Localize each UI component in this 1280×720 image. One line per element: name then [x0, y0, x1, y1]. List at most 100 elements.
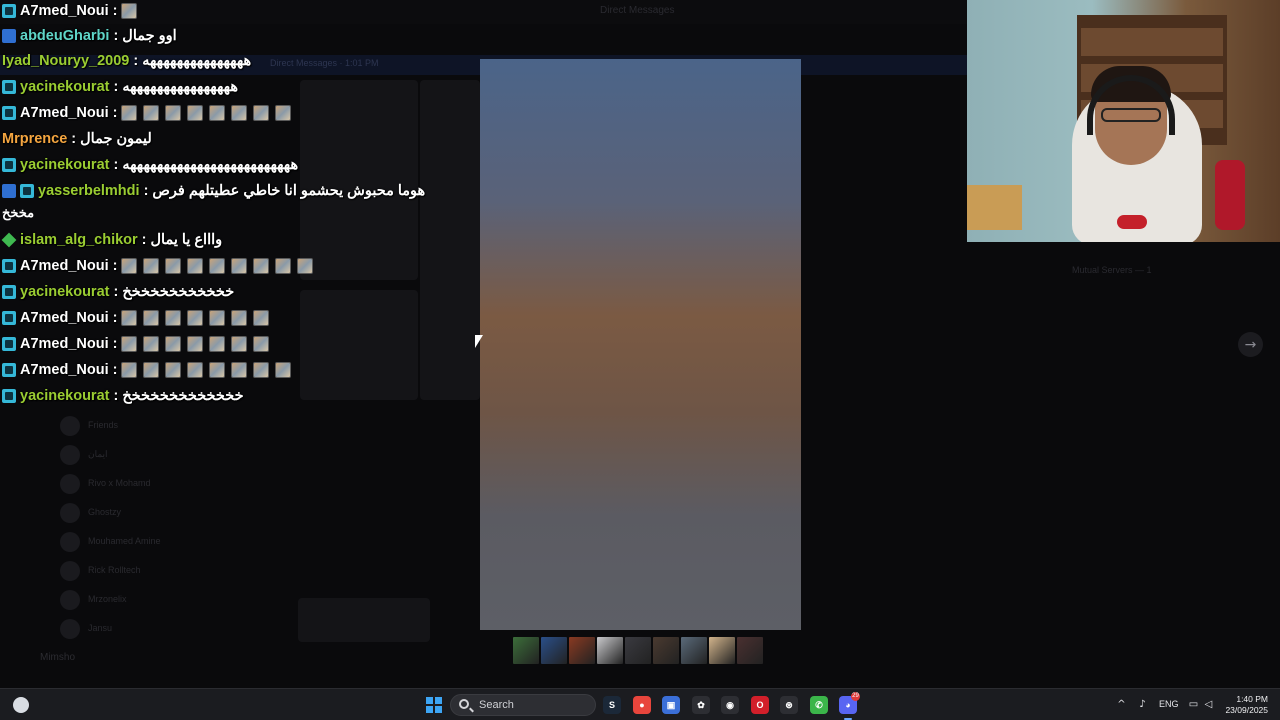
image-thumbnail[interactable]	[513, 637, 539, 664]
volume-icon[interactable]: ◁	[1203, 699, 1214, 710]
image-thumbnail[interactable]	[597, 637, 623, 664]
friend-name[interactable]: Friends	[88, 420, 118, 430]
chat-username[interactable]: yasserbelmhdi	[38, 183, 140, 199]
image-thumbnail[interactable]	[737, 637, 763, 664]
friend-name[interactable]: Mrzonelix	[88, 594, 127, 604]
chat-username[interactable]: A7med_Noui	[20, 362, 109, 378]
network-icon[interactable]: ▭	[1188, 699, 1199, 710]
chat-username[interactable]: A7med_Noui	[20, 3, 109, 19]
emote-icon[interactable]	[275, 258, 292, 274]
emote-icon[interactable]	[209, 362, 226, 378]
image-thumbnail[interactable]	[681, 637, 707, 664]
friend-avatar[interactable]	[60, 590, 80, 610]
chat-username[interactable]: A7med_Noui	[20, 310, 109, 326]
emote-icon[interactable]	[209, 105, 226, 121]
chat-username[interactable]: Mrprence	[2, 131, 67, 147]
media-tile[interactable]	[420, 80, 480, 400]
emote-icon[interactable]	[165, 258, 182, 274]
whatsapp-icon[interactable]: ✆	[810, 696, 828, 714]
show-hidden-icons[interactable]: ^	[1116, 699, 1127, 710]
emote-icon[interactable]	[253, 310, 270, 326]
opera-icon[interactable]: O	[751, 696, 769, 714]
emote-icon[interactable]	[187, 258, 204, 274]
emote-icon[interactable]	[253, 258, 270, 274]
emote-icon[interactable]	[231, 105, 248, 121]
emote-icon[interactable]	[187, 362, 204, 378]
emote-icon[interactable]	[143, 310, 160, 326]
chat-username[interactable]: yacinekourat	[20, 284, 109, 300]
chat-username[interactable]: A7med_Noui	[20, 105, 109, 121]
friend-avatar[interactable]	[60, 532, 80, 552]
friend-name[interactable]: Rivo x Mohamd	[88, 478, 151, 488]
emote-icon[interactable]	[209, 336, 226, 352]
emote-icon[interactable]	[231, 336, 248, 352]
emote-icon[interactable]	[121, 105, 138, 121]
emote-icon[interactable]	[121, 3, 138, 19]
chrome-icon[interactable]: ●	[633, 696, 651, 714]
widgets-icon[interactable]	[13, 697, 29, 713]
image-thumbnail[interactable]	[541, 637, 567, 664]
emote-icon[interactable]	[121, 336, 138, 352]
chat-username[interactable]: abdeuGharbi	[20, 28, 109, 44]
chatgpt-icon[interactable]: ✿	[692, 696, 710, 714]
chat-username[interactable]: A7med_Noui	[20, 336, 109, 352]
friend-avatar[interactable]	[60, 416, 80, 436]
emote-icon[interactable]	[143, 336, 160, 352]
emote-icon[interactable]	[165, 362, 182, 378]
friend-avatar[interactable]	[60, 561, 80, 581]
image-thumbnail[interactable]	[569, 637, 595, 664]
emote-icon[interactable]	[165, 310, 182, 326]
capture-icon[interactable]: ▣	[662, 696, 680, 714]
mutual-servers[interactable]: Mutual Servers — 1	[1072, 265, 1152, 275]
chat-username[interactable]: yacinekourat	[20, 79, 109, 95]
language-indicator[interactable]: ENG	[1159, 699, 1179, 709]
start-button[interactable]	[426, 697, 442, 713]
emote-icon[interactable]	[121, 310, 138, 326]
emote-icon[interactable]	[187, 336, 204, 352]
next-image-button[interactable]: →	[1238, 332, 1263, 357]
chat-username[interactable]: A7med_Noui	[20, 258, 109, 274]
chat-username[interactable]: yacinekourat	[20, 157, 109, 173]
image-thumbnail[interactable]	[625, 637, 651, 664]
emote-icon[interactable]	[297, 258, 314, 274]
emote-icon[interactable]	[253, 362, 270, 378]
image-preview[interactable]	[480, 59, 801, 630]
chat-username[interactable]: Iyad_Nouryy_2009	[2, 53, 129, 69]
emote-icon[interactable]	[231, 310, 248, 326]
emote-icon[interactable]	[143, 362, 160, 378]
emote-icon[interactable]	[275, 105, 292, 121]
emote-icon[interactable]	[275, 362, 292, 378]
friend-avatar[interactable]	[60, 445, 80, 465]
media-tile[interactable]	[298, 598, 430, 642]
emote-icon[interactable]	[143, 258, 160, 274]
friend-avatar[interactable]	[60, 619, 80, 639]
steam-icon[interactable]: S	[603, 696, 621, 714]
emote-icon[interactable]	[165, 105, 182, 121]
emote-icon[interactable]	[253, 336, 270, 352]
chat-username[interactable]: islam_alg_chikor	[20, 232, 138, 248]
taskbar-search[interactable]: Search	[450, 694, 596, 716]
image-thumbnail[interactable]	[653, 637, 679, 664]
emote-icon[interactable]	[209, 258, 226, 274]
opera-gx-icon[interactable]: ⊛	[780, 696, 798, 714]
obs-icon[interactable]: ◉	[721, 696, 739, 714]
emote-icon[interactable]	[209, 310, 226, 326]
friend-name[interactable]: ايمان	[88, 449, 108, 460]
microphone-icon[interactable]: ♪	[1137, 699, 1148, 710]
emote-icon[interactable]	[231, 258, 248, 274]
friend-name[interactable]: Mouhamed Amine	[88, 536, 161, 546]
friend-avatar[interactable]	[60, 474, 80, 494]
emote-icon[interactable]	[253, 105, 270, 121]
emote-icon[interactable]	[187, 310, 204, 326]
friend-name[interactable]: Jansu	[88, 623, 112, 633]
emote-icon[interactable]	[165, 336, 182, 352]
image-thumbnail[interactable]	[709, 637, 735, 664]
media-tile[interactable]	[300, 290, 418, 400]
friend-name[interactable]: Rick Rolltech	[88, 565, 141, 575]
emote-icon[interactable]	[187, 105, 204, 121]
emote-icon[interactable]	[231, 362, 248, 378]
emote-icon[interactable]	[143, 105, 160, 121]
system-clock[interactable]: 1:40 PM 23/09/2025	[1222, 694, 1268, 716]
emote-icon[interactable]	[121, 362, 138, 378]
chat-username[interactable]: yacinekourat	[20, 388, 109, 404]
